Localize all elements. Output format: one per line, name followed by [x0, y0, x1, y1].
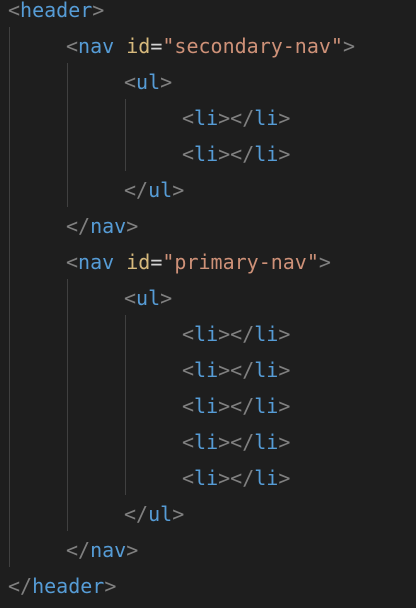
- indent-guide: [125, 99, 126, 171]
- tag-bracket: </: [124, 502, 149, 526]
- tag-bracket: >: [172, 502, 185, 526]
- tag-name: li: [194, 430, 219, 454]
- equals-sign: =: [150, 250, 163, 274]
- attribute-name: id: [126, 34, 151, 58]
- tag-bracket: >: [278, 466, 291, 490]
- tag-name: li: [254, 322, 279, 346]
- tag-bracket: >: [160, 286, 173, 310]
- tag-bracket: >: [318, 250, 331, 274]
- tag-name: li: [254, 430, 279, 454]
- code-line[interactable]: </header>: [8, 568, 116, 604]
- tag-name: li: [194, 106, 219, 130]
- indent-guide: [67, 63, 68, 207]
- code-line[interactable]: <li></li>: [182, 316, 290, 352]
- tag-bracket: ></: [218, 142, 255, 166]
- code-line[interactable]: <li></li>: [182, 388, 290, 424]
- tag-name: li: [194, 358, 219, 382]
- tag-name: nav: [90, 214, 127, 238]
- attribute-value: "secondary-nav": [162, 34, 343, 58]
- tag-bracket: >: [278, 106, 291, 130]
- code-line[interactable]: <li></li>: [182, 100, 290, 136]
- tag-bracket: </: [66, 538, 91, 562]
- tag-name: nav: [90, 538, 127, 562]
- code-line[interactable]: <header>: [8, 0, 104, 28]
- tag-bracket: <: [182, 142, 195, 166]
- tag-bracket: <: [182, 106, 195, 130]
- tag-name: li: [254, 358, 279, 382]
- tag-bracket: <: [182, 466, 195, 490]
- tag-bracket: >: [278, 322, 291, 346]
- tag-bracket: <: [182, 430, 195, 454]
- code-line[interactable]: <li></li>: [182, 424, 290, 460]
- tag-bracket: >: [278, 358, 291, 382]
- tag-bracket: >: [92, 0, 105, 22]
- equals-sign: =: [150, 34, 163, 58]
- code-line[interactable]: </ul>: [124, 496, 184, 532]
- tag-name: ul: [136, 286, 161, 310]
- tag-name: ul: [148, 178, 173, 202]
- tag-bracket: ></: [218, 106, 255, 130]
- tag-name: li: [254, 394, 279, 418]
- tag-bracket: <: [66, 250, 79, 274]
- tag-bracket: >: [342, 34, 356, 58]
- tag-name: nav: [78, 250, 115, 274]
- tag-bracket: <: [182, 358, 195, 382]
- tag-bracket: <: [124, 70, 137, 94]
- tag-bracket: <: [124, 286, 137, 310]
- code-editor[interactable]: <header> <nav id="secondary-nav"> <ul> <…: [0, 0, 416, 608]
- code-line[interactable]: </nav>: [66, 208, 138, 244]
- tag-bracket: >: [126, 538, 139, 562]
- tag-bracket: </: [8, 574, 33, 598]
- code-line[interactable]: <nav id="primary-nav">: [66, 244, 331, 280]
- tag-bracket: >: [278, 430, 291, 454]
- tag-bracket: <: [182, 394, 195, 418]
- tag-bracket: >: [104, 574, 117, 598]
- tag-name: nav: [78, 34, 115, 58]
- tag-bracket: ></: [218, 430, 255, 454]
- tag-bracket: ></: [218, 466, 255, 490]
- tag-bracket: >: [172, 178, 185, 202]
- tag-name: li: [254, 466, 279, 490]
- attribute-name: id: [126, 250, 151, 274]
- tag-bracket: <: [66, 34, 79, 58]
- code-line[interactable]: <li></li>: [182, 460, 290, 496]
- tag-bracket: >: [126, 214, 139, 238]
- tag-bracket: <: [8, 0, 21, 22]
- tag-name: li: [194, 394, 219, 418]
- tag-name: li: [254, 142, 279, 166]
- tag-bracket: </: [124, 178, 149, 202]
- tag-bracket: </: [66, 214, 91, 238]
- indent-guide: [125, 315, 126, 495]
- tag-name: ul: [148, 502, 173, 526]
- tag-bracket: >: [278, 394, 291, 418]
- code-line[interactable]: </nav>: [66, 532, 138, 568]
- tag-bracket: ></: [218, 358, 255, 382]
- tag-name: header: [20, 0, 93, 22]
- tag-name: header: [32, 574, 105, 598]
- tag-bracket: ></: [218, 394, 255, 418]
- code-line[interactable]: <ul>: [124, 64, 172, 100]
- tag-bracket: ></: [218, 322, 255, 346]
- code-line[interactable]: <li></li>: [182, 352, 290, 388]
- tag-name: ul: [136, 70, 161, 94]
- tag-bracket: <: [182, 322, 195, 346]
- tag-name: li: [194, 142, 219, 166]
- attribute-value: "primary-nav": [162, 250, 319, 274]
- code-line[interactable]: </ul>: [124, 172, 184, 208]
- tag-name: li: [194, 466, 219, 490]
- indent-guide: [67, 279, 68, 531]
- indent-guide: [9, 27, 10, 567]
- tag-bracket: >: [278, 142, 291, 166]
- tag-name: li: [194, 322, 219, 346]
- code-line[interactable]: <ul>: [124, 280, 172, 316]
- tag-name: li: [254, 106, 279, 130]
- code-line[interactable]: <nav id="secondary-nav">: [66, 28, 355, 64]
- code-line[interactable]: <li></li>: [182, 136, 290, 172]
- tag-bracket: >: [160, 70, 173, 94]
